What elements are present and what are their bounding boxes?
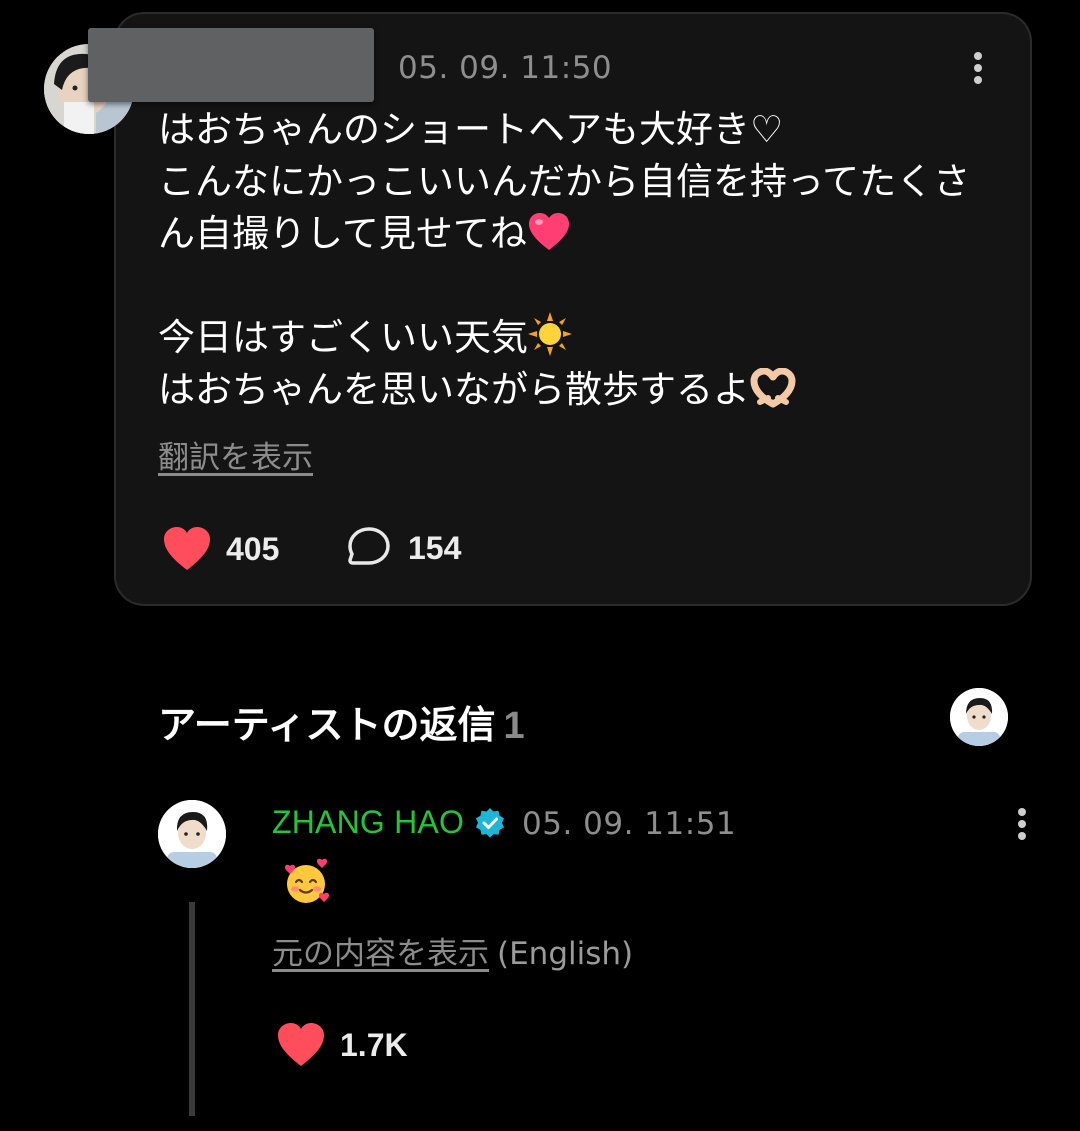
artist-replies-count: 1 xyxy=(503,705,525,747)
pink-heart-emoji-icon xyxy=(528,213,569,250)
post-body-line: 今日はすごくいい天気 xyxy=(158,312,988,364)
artist-photo-icon xyxy=(950,688,1008,746)
heart-icon xyxy=(278,1023,324,1066)
reply-author-name: ZHANG HAO xyxy=(272,804,465,840)
post-body-line: はおちゃんを思いながら散歩するよ xyxy=(158,364,988,416)
heart-icon xyxy=(164,527,210,570)
post-like-button[interactable]: 405 xyxy=(162,526,279,572)
post-more-menu-icon[interactable] xyxy=(966,48,990,88)
show-original-link[interactable]: 元の内容を表示 xyxy=(272,936,489,972)
author-name-redacted xyxy=(88,28,374,102)
smiling-face-with-hearts-icon xyxy=(284,858,330,903)
show-translation-link[interactable]: 翻訳を表示 xyxy=(158,432,313,477)
post-like-count: 405 xyxy=(226,530,280,567)
post-comment-button[interactable]: 154 xyxy=(346,526,461,570)
reply-author-avatar[interactable] xyxy=(158,800,226,868)
artist-photo-icon xyxy=(158,800,226,868)
reply-body xyxy=(282,858,330,906)
reply-more-menu-icon[interactable] xyxy=(1010,804,1034,844)
reply-author[interactable]: ZHANG HAO xyxy=(272,804,506,841)
original-language-label: (English) xyxy=(497,936,634,972)
artist-avatar-small[interactable] xyxy=(950,688,1008,746)
sun-emoji-icon xyxy=(528,312,572,356)
post-body-line: ん自撮りして見せてね xyxy=(158,208,988,260)
reply-timestamp: 05. 09. 11:51 xyxy=(522,806,737,842)
show-original-content[interactable]: 元の内容を表示 (English) xyxy=(272,928,633,973)
reply-thread-line xyxy=(189,902,195,1116)
post-timestamp: 05. 09. 11:50 xyxy=(398,50,613,86)
reply-like-button[interactable]: 1.7K xyxy=(276,1022,408,1068)
reply-like-count: 1.7K xyxy=(340,1026,408,1063)
post-body-spacer xyxy=(158,260,988,312)
artist-replies-heading: アーティストの返信 1 xyxy=(158,703,525,747)
heart-hands-emoji-icon xyxy=(750,368,796,408)
comment-bubble-icon xyxy=(348,527,390,565)
post-body: はおちゃんのショートヘアも大好き♡ こんなにかっこいいんだから自信を持ってたくさ… xyxy=(158,104,988,416)
post-body-line: こんなにかっこいいんだから自信を持ってたくさ xyxy=(158,160,971,203)
post-comment-count: 154 xyxy=(408,529,462,566)
post-body-line: はおちゃんのショートヘアも大好き♡ xyxy=(158,108,784,151)
verified-badge-icon xyxy=(476,807,505,838)
